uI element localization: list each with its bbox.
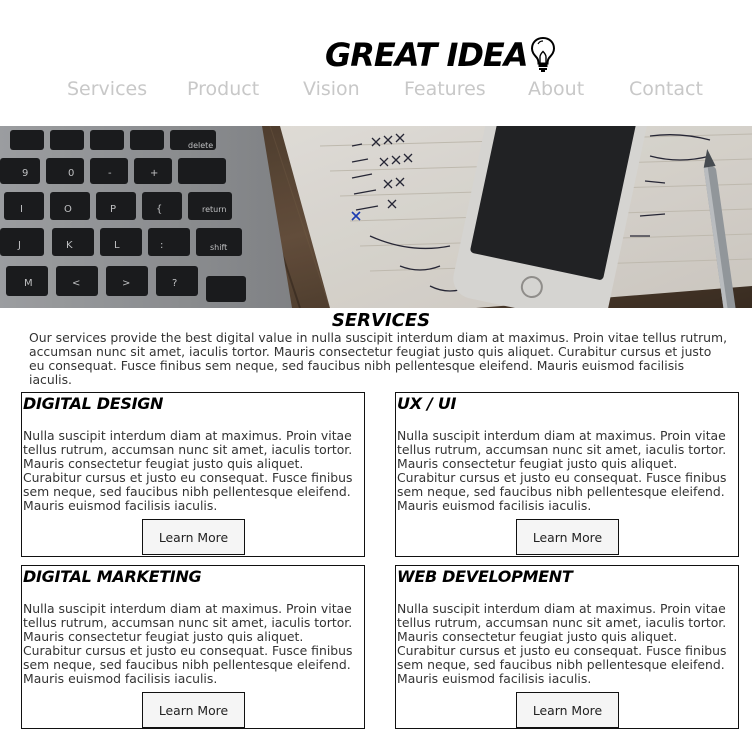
main-nav: Services Product Vision Features About C… [0,76,752,102]
service-card-digital-marketing: DIGITAL MARKETING Nulla suscipit interdu… [21,565,365,729]
card-title: DIGITAL MARKETING [23,567,202,586]
learn-more-button[interactable]: Learn More [516,692,619,728]
logo-text: GREAT IDEA [325,36,529,74]
nav-item-services[interactable]: Services [67,76,147,102]
card-body: Nulla suscipit interdum diam at maximus.… [23,601,353,686]
service-card-ux-ui: UX / UI Nulla suscipit interdum diam at … [395,392,739,557]
service-card-web-development: WEB DEVELOPMENT Nulla suscipit interdum … [395,565,739,729]
services-intro: Our services provide the best digital va… [29,330,728,387]
hero-image: 9 0 - + delete I O P { return J K L : sh… [0,126,752,308]
nav-item-contact[interactable]: Contact [629,76,703,102]
nav-item-vision[interactable]: Vision [303,76,360,102]
nav-item-product[interactable]: Product [187,76,259,102]
card-title: UX / UI [397,394,457,413]
learn-more-button[interactable]: Learn More [516,519,619,555]
card-body: Nulla suscipit interdum diam at maximus.… [397,601,727,686]
card-title: DIGITAL DESIGN [23,394,164,413]
service-card-digital-design: DIGITAL DESIGN Nulla suscipit interdum d… [21,392,365,557]
nav-item-about[interactable]: About [528,76,584,102]
nav-item-features[interactable]: Features [404,76,486,102]
lightbulb-icon [530,36,555,72]
learn-more-button[interactable]: Learn More [142,692,245,728]
logo[interactable]: GREAT IDEA [325,35,557,75]
card-body: Nulla suscipit interdum diam at maximus.… [397,428,727,513]
card-body: Nulla suscipit interdum diam at maximus.… [23,428,353,513]
page: GREAT IDEA Services Product Vision Featu… [0,0,752,735]
learn-more-button[interactable]: Learn More [142,519,245,555]
desk-photo-icon: 9 0 - + delete I O P { return J K L : sh… [0,126,752,308]
services-title: SERVICES [331,310,431,331]
card-title: WEB DEVELOPMENT [397,567,573,586]
